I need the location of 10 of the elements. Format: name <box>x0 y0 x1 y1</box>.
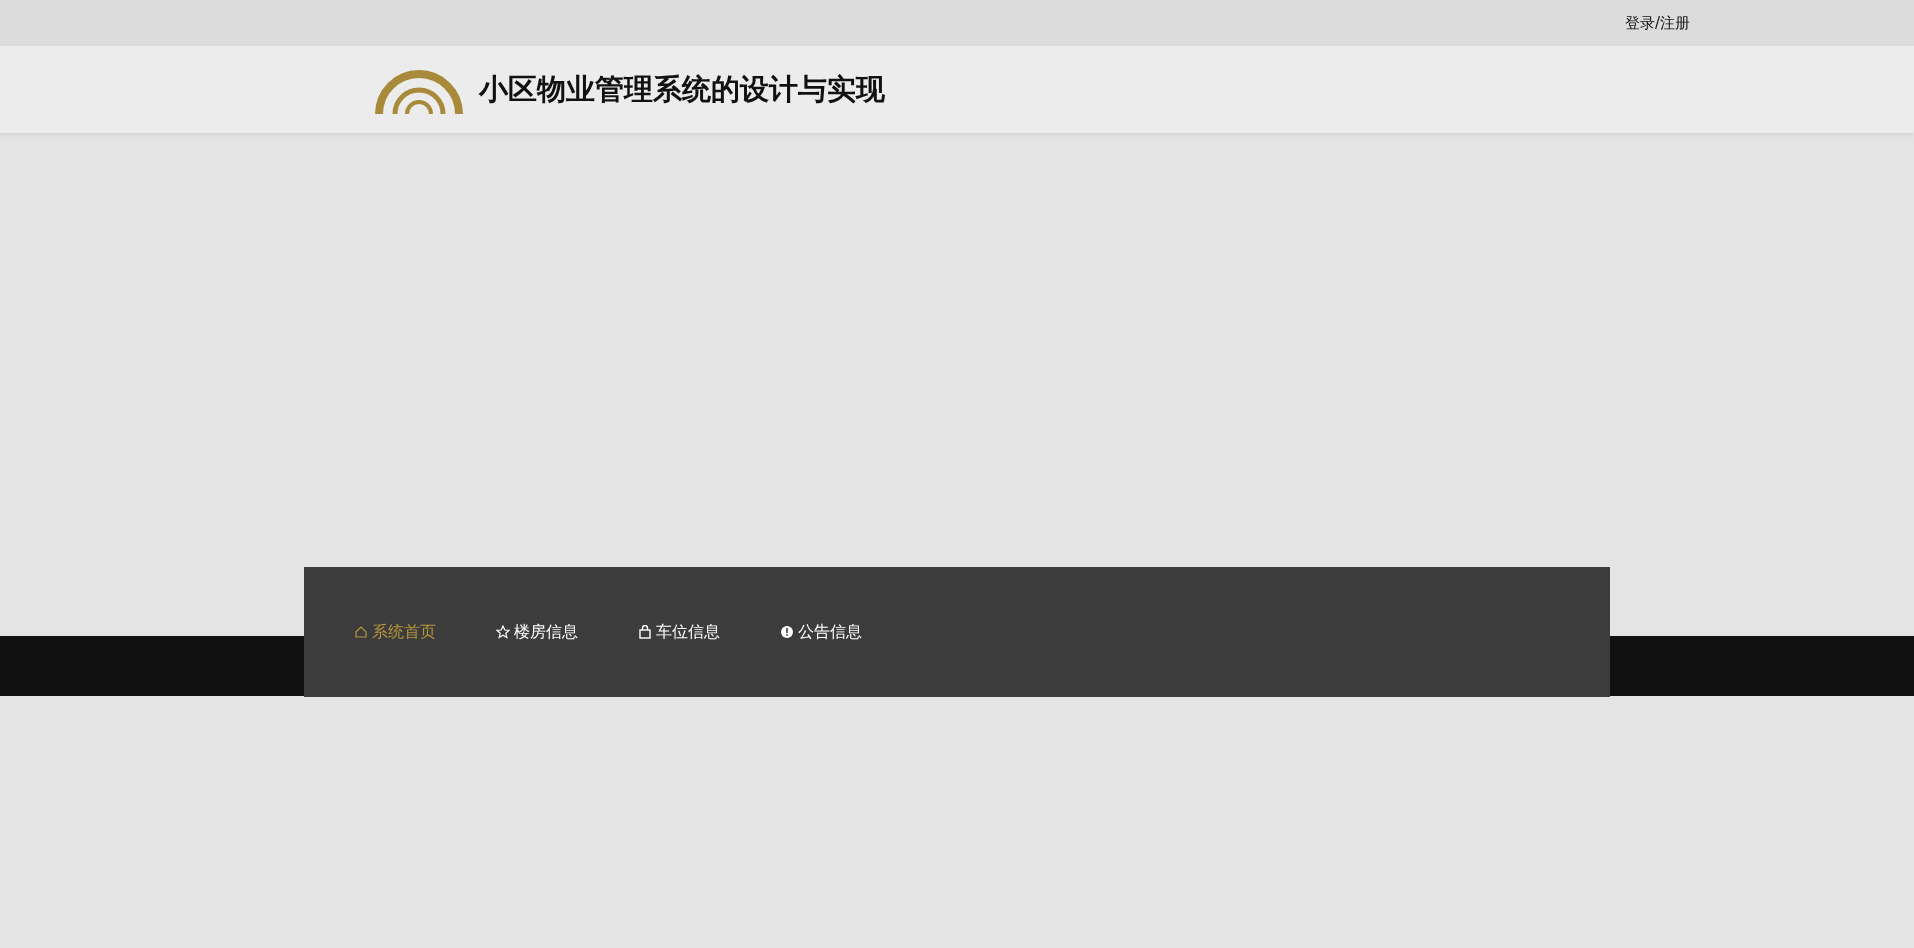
site-title: 小区物业管理系统的设计与实现 <box>479 72 885 107</box>
nav-tab[interactable]: 车位信息 <box>638 620 720 644</box>
nav-tab[interactable]: 公告信息 <box>780 620 862 644</box>
nav-tab[interactable]: 系统首页 <box>354 620 436 644</box>
shopping-bag-icon <box>638 625 652 639</box>
login-register-link[interactable]: 登录/注册 <box>1624 11 1690 35</box>
nav-tab[interactable]: 楼房信息 <box>496 620 578 644</box>
star-icon <box>496 625 510 639</box>
house-icon <box>354 625 368 639</box>
exclamation-circle-icon <box>780 625 794 639</box>
